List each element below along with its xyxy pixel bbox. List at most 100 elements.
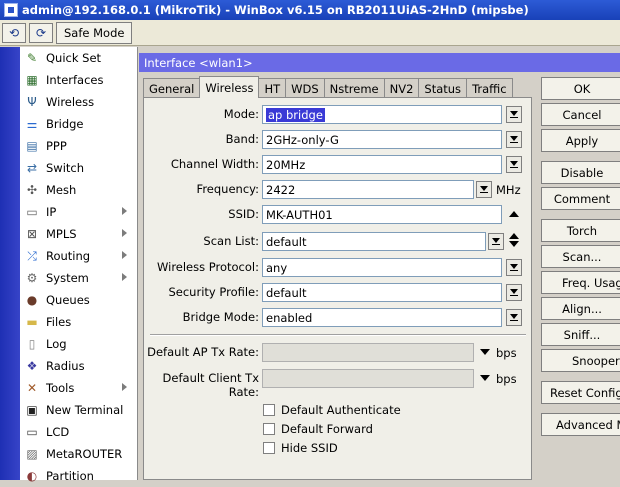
default-ap-tx-rate-label: Default AP Tx Rate: <box>147 345 259 359</box>
band-dropdown-button[interactable] <box>506 131 522 148</box>
sidebar-item-files[interactable]: ▬ Files <box>20 311 137 333</box>
tab-wds[interactable]: WDS <box>285 78 325 98</box>
ssid-input[interactable]: MK-AUTH01 <box>262 205 502 224</box>
ok-button[interactable]: OK <box>541 77 620 100</box>
sidebar-item-ppp[interactable]: ▤ PPP <box>20 135 137 157</box>
freq-usage-button[interactable]: Freq. Usage <box>541 271 620 294</box>
sidebar-item-routing[interactable]: ⤮ Routing <box>20 245 137 267</box>
sidebar-item-tools[interactable]: ✕ Tools <box>20 377 137 399</box>
wireless-panel: Mode: ap bridge Band: 2GHz-only-G Channe… <box>143 97 532 480</box>
sidebar-item-wireless[interactable]: Ψ Wireless <box>20 91 137 113</box>
queues-icon: ● <box>26 293 38 307</box>
disable-button[interactable]: Disable <box>541 161 620 184</box>
submenu-arrow-icon <box>122 229 127 237</box>
default-ap-tx-rate-dropdown-icon[interactable] <box>480 349 490 355</box>
tab-traffic[interactable]: Traffic <box>466 78 513 98</box>
security-profile-select[interactable]: default <box>262 283 502 302</box>
mode-dropdown-button[interactable] <box>506 106 522 123</box>
tab-nv2[interactable]: NV2 <box>383 78 420 98</box>
quick-set-icon: ✎ <box>26 51 38 65</box>
interface-window-title: Interface <wlan1> <box>139 53 620 72</box>
ssid-collapse-icon[interactable] <box>509 211 519 217</box>
frequency-unit: MHz <box>496 183 521 197</box>
dropdown-arrow-icon <box>510 263 518 271</box>
frequency-select[interactable]: 2422 <box>262 180 474 199</box>
tab-general[interactable]: General <box>143 78 201 98</box>
mode-label: Mode: <box>223 107 259 121</box>
sidebar-item-lcd[interactable]: ▭ LCD <box>20 421 137 443</box>
tab-ht[interactable]: HT <box>258 78 287 98</box>
tab-nstreme[interactable]: Nstreme <box>323 78 385 98</box>
mode-select[interactable]: ap bridge <box>262 105 502 124</box>
default-authenticate-checkbox[interactable]: Default Authenticate <box>263 403 401 417</box>
safe-mode-button[interactable]: Safe Mode <box>56 21 133 44</box>
submenu-arrow-icon <box>122 207 127 215</box>
cancel-button[interactable]: Cancel <box>541 103 620 126</box>
torch-button[interactable]: Torch <box>541 219 620 242</box>
sidebar-item-ip[interactable]: ▭ IP <box>20 201 137 223</box>
sidebar-item-metarouter[interactable]: ▨ MetaROUTER <box>20 443 137 465</box>
sidebar-item-label: MPLS <box>46 227 77 241</box>
sidebar-item-radius[interactable]: ❖ Radius <box>20 355 137 377</box>
files-icon: ▬ <box>26 315 38 329</box>
sidebar-item-mesh[interactable]: ✣ Mesh <box>20 179 137 201</box>
bridge-mode-select[interactable]: enabled <box>262 308 502 327</box>
sidebar-item-bridge[interactable]: ⚌ Bridge <box>20 113 137 135</box>
bridge-mode-dropdown-button[interactable] <box>506 309 522 326</box>
scan-list-select[interactable]: default <box>262 232 486 251</box>
tab-status[interactable]: Status <box>418 78 468 98</box>
frequency-dropdown-button[interactable] <box>476 181 492 198</box>
wireless-protocol-dropdown-button[interactable] <box>506 259 522 276</box>
sidebar-item-queues[interactable]: ● Queues <box>20 289 137 311</box>
sidebar-item-quick-set[interactable]: ✎ Quick Set <box>20 47 137 69</box>
ppp-icon: ▤ <box>26 139 38 153</box>
checkbox-box <box>263 442 275 454</box>
tab-wireless[interactable]: Wireless <box>199 76 260 98</box>
scan-list-value: default <box>266 234 307 249</box>
scan-list-dropdown-button[interactable] <box>488 233 504 250</box>
sidebar-item-label: Tools <box>46 381 75 395</box>
snooper-button[interactable]: Snooper... <box>541 349 620 372</box>
channel-width-select[interactable]: 20MHz <box>262 155 502 174</box>
comment-button[interactable]: Comment <box>541 187 620 210</box>
sidebar-item-new-terminal[interactable]: ▣ New Terminal <box>20 399 137 421</box>
bridge-icon: ⚌ <box>26 117 38 131</box>
sidebar-item-interfaces[interactable]: ▦ Interfaces <box>20 69 137 91</box>
default-client-tx-rate-dropdown-icon[interactable] <box>480 375 490 381</box>
sidebar-item-label: PPP <box>46 139 67 153</box>
sidebar-item-switch[interactable]: ⇄ Switch <box>20 157 137 179</box>
scan-button[interactable]: Scan... <box>541 245 620 268</box>
hide-ssid-checkbox[interactable]: Hide SSID <box>263 441 338 455</box>
dropdown-arrow-icon <box>510 110 518 118</box>
sidebar-item-system[interactable]: ⚙ System <box>20 267 137 289</box>
redo-button[interactable]: ⟳ <box>29 22 53 43</box>
default-ap-tx-rate-unit: bps <box>496 346 517 360</box>
band-select[interactable]: 2GHz-only-G <box>262 130 502 149</box>
sidebar-item-log[interactable]: ▯ Log <box>20 333 137 355</box>
system-icon: ⚙ <box>26 271 38 285</box>
default-ap-tx-rate-input[interactable] <box>262 343 474 362</box>
channel-width-dropdown-button[interactable] <box>506 156 522 173</box>
sniff-button[interactable]: Sniff... <box>541 323 620 346</box>
align-button[interactable]: Align... <box>541 297 620 320</box>
reset-configuration-button[interactable]: Reset Configuration <box>541 381 620 404</box>
sidebar-item-label: MetaROUTER <box>46 447 123 461</box>
apply-button[interactable]: Apply <box>541 129 620 152</box>
winbox-app-icon <box>4 3 18 17</box>
undo-button[interactable]: ⟲ <box>2 22 26 43</box>
channel-width-value: 20MHz <box>266 157 306 172</box>
advanced-mode-button[interactable]: Advanced Mode <box>541 413 620 436</box>
wireless-protocol-select[interactable]: any <box>262 258 502 277</box>
scan-list-add-remove[interactable] <box>509 233 519 251</box>
security-profile-dropdown-button[interactable] <box>506 284 522 301</box>
sidebar-item-label: System <box>46 271 89 285</box>
dropdown-arrow-icon <box>510 288 518 296</box>
default-forward-checkbox[interactable]: Default Forward <box>263 422 373 436</box>
interfaces-icon: ▦ <box>26 73 38 87</box>
sidebar-item-mpls[interactable]: ⊠ MPLS <box>20 223 137 245</box>
hide-ssid-label: Hide SSID <box>281 441 338 455</box>
sidebar-item-partition[interactable]: ◐ Partition <box>20 465 137 487</box>
default-client-tx-rate-input[interactable] <box>262 369 474 388</box>
dropdown-arrow-icon <box>480 185 488 193</box>
default-authenticate-label: Default Authenticate <box>281 403 401 417</box>
